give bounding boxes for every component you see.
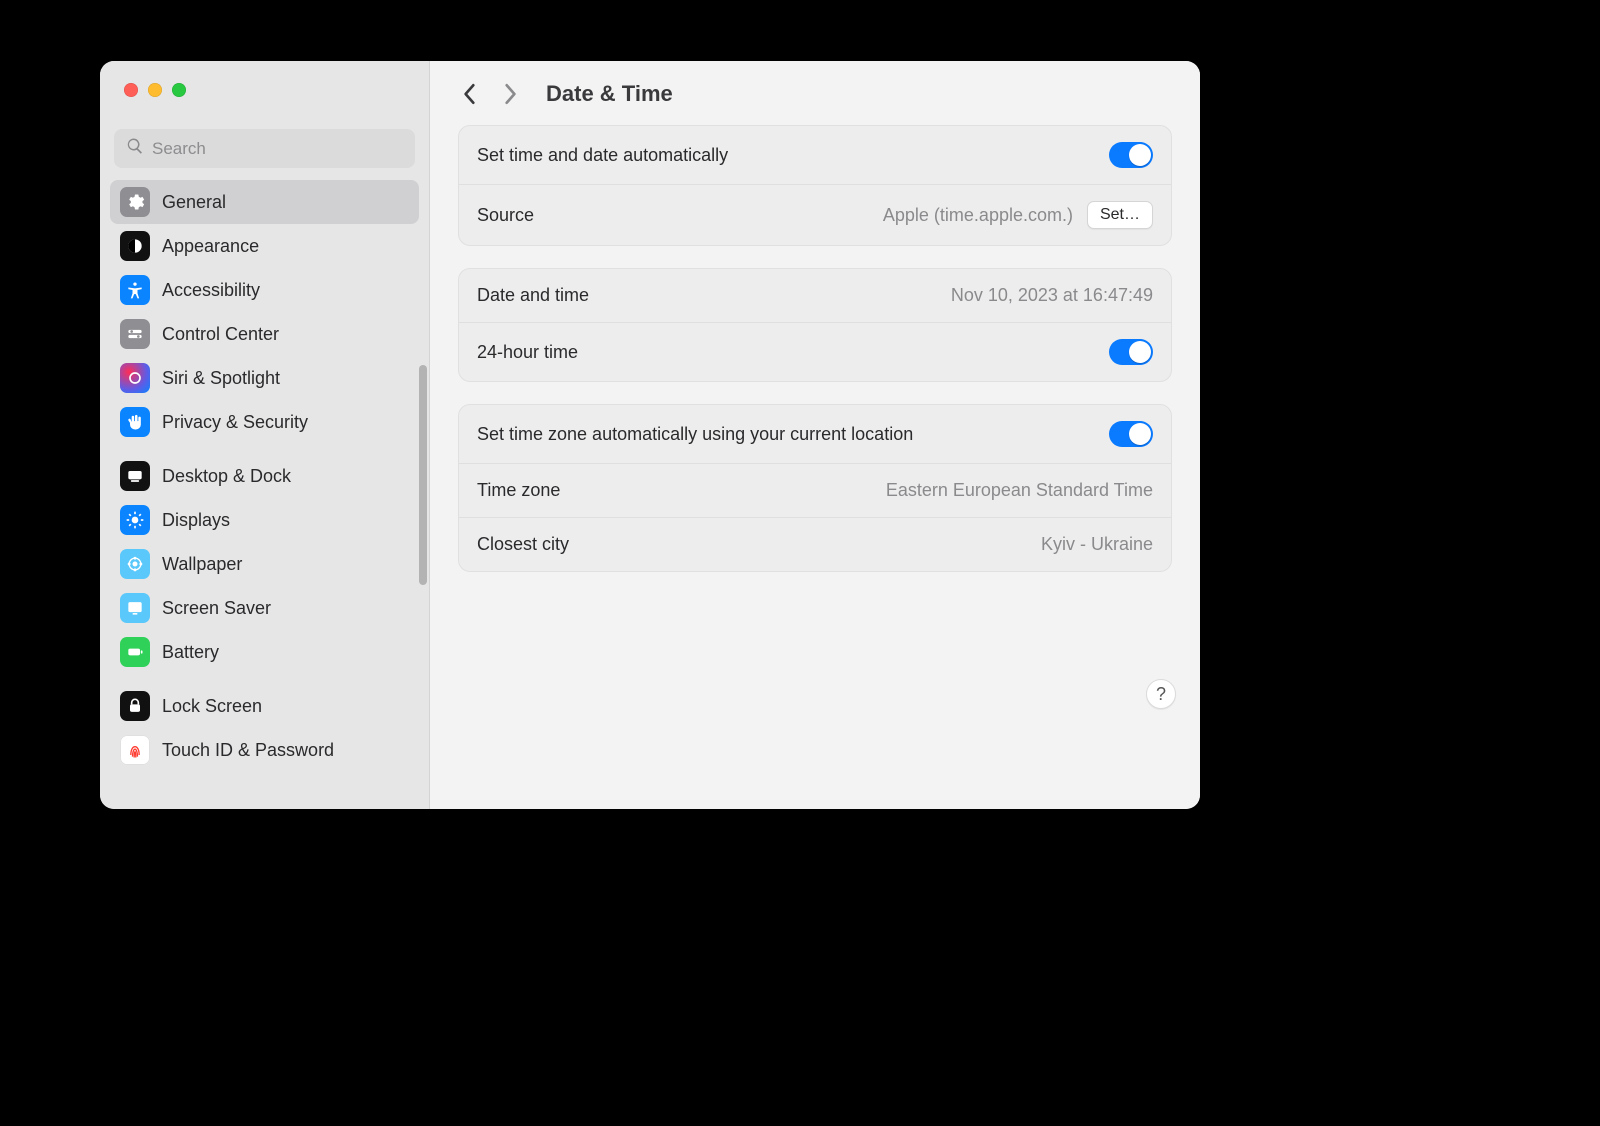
sidebar: General Appearance Accessibility Control… xyxy=(100,61,430,809)
main-content: Date & Time Set time and date automatica… xyxy=(430,61,1200,809)
display-icon xyxy=(120,505,150,535)
sidebar-item-lock-screen[interactable]: Lock Screen xyxy=(110,684,419,728)
touchid-icon xyxy=(120,735,150,765)
sidebar-item-privacy-security[interactable]: Privacy & Security xyxy=(110,400,419,444)
sidebar-item-label: Control Center xyxy=(162,324,279,345)
help-button[interactable]: ? xyxy=(1146,679,1176,709)
row-closest-city: Closest city Kyiv - Ukraine xyxy=(459,517,1171,571)
minimize-window-button[interactable] xyxy=(148,83,162,97)
row-set-auto: Set time and date automatically xyxy=(459,126,1171,184)
settings-window: General Appearance Accessibility Control… xyxy=(100,61,1200,809)
accessibility-icon xyxy=(120,275,150,305)
sidebar-item-touch-id[interactable]: Touch ID & Password xyxy=(110,728,419,772)
sidebar-item-general[interactable]: General xyxy=(110,180,419,224)
siri-icon xyxy=(120,363,150,393)
page-title: Date & Time xyxy=(546,81,673,107)
sidebar-item-label: Lock Screen xyxy=(162,696,262,717)
row-timezone: Time zone Eastern European Standard Time xyxy=(459,463,1171,517)
sidebar-item-siri-spotlight[interactable]: Siri & Spotlight xyxy=(110,356,419,400)
sidebar-item-label: General xyxy=(162,192,226,213)
sidebar-nav: General Appearance Accessibility Control… xyxy=(100,180,429,809)
row-24hour: 24-hour time xyxy=(459,322,1171,381)
row-label: Closest city xyxy=(477,534,569,555)
appearance-icon xyxy=(120,231,150,261)
sidebar-item-accessibility[interactable]: Accessibility xyxy=(110,268,419,312)
sidebar-scrollbar[interactable] xyxy=(419,365,427,585)
screensaver-icon xyxy=(120,593,150,623)
sidebar-item-wallpaper[interactable]: Wallpaper xyxy=(110,542,419,586)
search-input[interactable] xyxy=(152,139,403,159)
row-label: Date and time xyxy=(477,285,589,306)
sidebar-item-label: Privacy & Security xyxy=(162,412,308,433)
toggle-auto-timezone[interactable] xyxy=(1109,421,1153,447)
sidebar-item-label: Touch ID & Password xyxy=(162,740,334,761)
row-label: Set time and date automatically xyxy=(477,145,728,166)
row-auto-timezone: Set time zone automatically using your c… xyxy=(459,405,1171,463)
sidebar-item-label: Displays xyxy=(162,510,230,531)
group-auto-time: Set time and date automatically Source A… xyxy=(458,125,1172,246)
battery-icon xyxy=(120,637,150,667)
sidebar-item-control-center[interactable]: Control Center xyxy=(110,312,419,356)
sidebar-item-displays[interactable]: Displays xyxy=(110,498,419,542)
group-timezone: Set time zone automatically using your c… xyxy=(458,404,1172,572)
sidebar-item-desktop-dock[interactable]: Desktop & Dock xyxy=(110,454,419,498)
sidebar-item-label: Battery xyxy=(162,642,219,663)
row-label: Set time zone automatically using your c… xyxy=(477,424,913,445)
sidebar-item-screen-saver[interactable]: Screen Saver xyxy=(110,586,419,630)
toggle-24hour[interactable] xyxy=(1109,339,1153,365)
zoom-window-button[interactable] xyxy=(172,83,186,97)
dock-icon xyxy=(120,461,150,491)
sidebar-item-label: Screen Saver xyxy=(162,598,271,619)
gear-icon xyxy=(120,187,150,217)
wallpaper-icon xyxy=(120,549,150,579)
search-icon xyxy=(126,137,152,160)
closest-city-value: Kyiv - Ukraine xyxy=(1041,534,1153,555)
control-center-icon xyxy=(120,319,150,349)
row-label: Time zone xyxy=(477,480,560,501)
window-controls xyxy=(100,61,429,117)
row-datetime: Date and time Nov 10, 2023 at 16:47:49 xyxy=(459,269,1171,322)
topbar: Date & Time xyxy=(430,61,1200,125)
sidebar-item-label: Desktop & Dock xyxy=(162,466,291,487)
sidebar-item-appearance[interactable]: Appearance xyxy=(110,224,419,268)
set-source-button[interactable]: Set… xyxy=(1087,201,1153,229)
row-source: Source Apple (time.apple.com.) Set… xyxy=(459,184,1171,245)
back-button[interactable] xyxy=(458,82,482,106)
sidebar-item-battery[interactable]: Battery xyxy=(110,630,419,674)
row-label: Source xyxy=(477,205,534,226)
search-field[interactable] xyxy=(114,129,415,168)
sidebar-item-label: Siri & Spotlight xyxy=(162,368,280,389)
forward-button[interactable] xyxy=(498,82,522,106)
sidebar-item-label: Appearance xyxy=(162,236,259,257)
datetime-value: Nov 10, 2023 at 16:47:49 xyxy=(951,285,1153,306)
timezone-value: Eastern European Standard Time xyxy=(886,480,1153,501)
close-window-button[interactable] xyxy=(124,83,138,97)
toggle-set-auto[interactable] xyxy=(1109,142,1153,168)
row-label: 24-hour time xyxy=(477,342,578,363)
hand-icon xyxy=(120,407,150,437)
sidebar-item-label: Wallpaper xyxy=(162,554,242,575)
source-value: Apple (time.apple.com.) xyxy=(883,205,1073,226)
sidebar-item-label: Accessibility xyxy=(162,280,260,301)
lock-icon xyxy=(120,691,150,721)
group-datetime: Date and time Nov 10, 2023 at 16:47:49 2… xyxy=(458,268,1172,382)
